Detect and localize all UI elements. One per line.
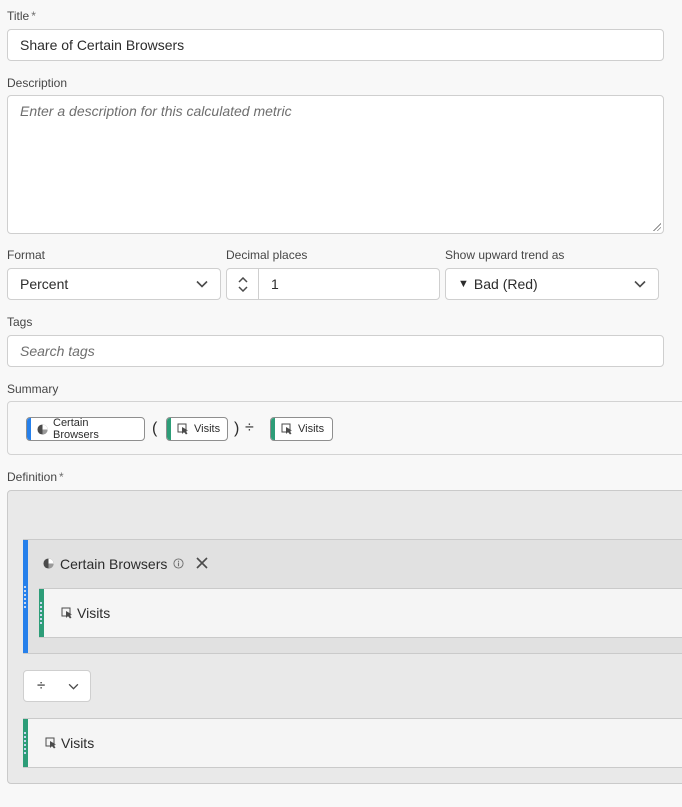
open-paren: ( — [152, 420, 158, 437]
summary-label: Summary — [7, 382, 59, 396]
drag-handle-icon[interactable] — [40, 602, 42, 624]
bottom-metric-label: Visits — [61, 735, 95, 751]
metric-chip-label: Visits — [298, 423, 325, 435]
chevron-down-icon — [634, 280, 646, 288]
tags-label: Tags — [7, 315, 33, 329]
drag-handle-icon[interactable] — [24, 586, 26, 608]
segment-icon — [43, 556, 54, 572]
resize-handle-icon[interactable] — [653, 223, 661, 231]
close-paren: ) — [234, 420, 240, 437]
decimal-places-label: Decimal places — [226, 248, 308, 262]
inner-metric-label: Visits — [77, 605, 111, 621]
trend-label: Show upward trend as — [445, 248, 565, 262]
metric-icon — [281, 423, 293, 435]
divide-operator: ÷ — [245, 419, 254, 436]
segment-chip[interactable]: Certain Browsers — [26, 417, 145, 441]
operator-select[interactable]: ÷ — [23, 670, 91, 702]
decimal-places-stepper[interactable]: 1 — [226, 268, 440, 300]
definition-label: Definition * — [7, 470, 64, 484]
description-placeholder: Enter a description for this calculated … — [20, 103, 292, 119]
description-label: Description — [7, 76, 68, 90]
format-label: Format — [7, 248, 46, 262]
tags-input[interactable]: Search tags — [7, 335, 664, 367]
close-icon[interactable] — [196, 556, 208, 572]
drag-handle-icon[interactable] — [24, 732, 26, 754]
format-select[interactable]: Percent — [7, 268, 221, 300]
metric-chip-label: Visits — [194, 423, 221, 435]
description-textarea[interactable]: Enter a description for this calculated … — [7, 95, 664, 234]
stepper-controls[interactable] — [227, 269, 259, 299]
segment-chip-label: Certain Browsers — [53, 417, 99, 441]
metric-chip-visits-2[interactable]: Visits — [270, 417, 333, 441]
bottom-metric-row[interactable]: Visits — [23, 718, 682, 768]
operator-symbol: ÷ — [37, 677, 46, 694]
chevron-down-icon — [196, 280, 208, 288]
segment-icon — [37, 423, 48, 435]
metric-icon — [45, 737, 57, 749]
title-input[interactable]: Share of Certain Browsers — [7, 29, 664, 61]
title-label: Title * — [7, 9, 36, 23]
info-icon[interactable] — [173, 556, 184, 572]
trend-value: Bad (Red) — [473, 276, 538, 292]
container-header: Certain Browsers — [43, 556, 208, 572]
trend-arrow-icon: ▼ — [458, 278, 469, 290]
chevron-up-icon[interactable] — [237, 276, 248, 283]
container-title: Certain Browsers — [60, 556, 168, 572]
chevron-down-icon — [68, 683, 79, 690]
tags-placeholder: Search tags — [20, 343, 95, 359]
metric-icon — [177, 423, 189, 435]
chevron-down-icon[interactable] — [237, 285, 248, 292]
metric-chip-visits-1[interactable]: Visits — [166, 417, 228, 441]
format-value: Percent — [20, 276, 69, 292]
title-input-value: Share of Certain Browsers — [20, 37, 185, 53]
inner-metric-row[interactable]: Visits — [39, 588, 682, 638]
trend-select[interactable]: ▼ Bad (Red) — [445, 268, 659, 300]
metric-icon — [61, 607, 73, 619]
summary-panel: Certain Browsers ( Visits ) ÷ Visits — [7, 401, 682, 455]
